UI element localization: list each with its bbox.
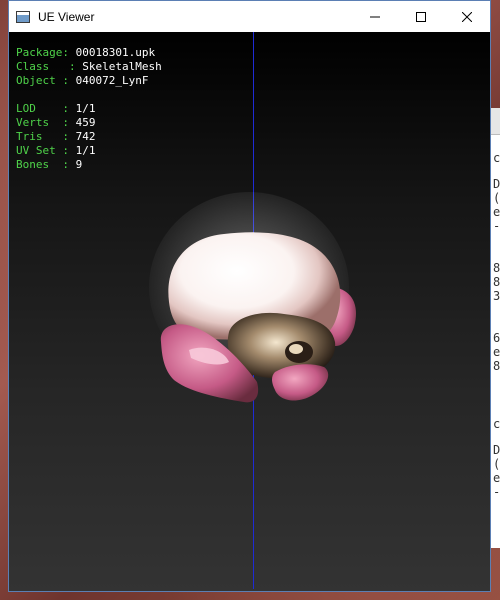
- info-value: 459: [75, 116, 96, 129]
- background-text: 3: [493, 289, 500, 303]
- background-window: c D ( e - 8 8 3 6 e 8 c D ( e -: [490, 108, 500, 548]
- info-lod: LOD : 1/1: [16, 102, 96, 115]
- info-label: Bones: [16, 158, 50, 171]
- info-label: Class: [16, 60, 50, 73]
- info-bones: Bones : 9: [16, 158, 83, 171]
- skeletal-mesh-render[interactable]: [149, 192, 359, 412]
- info-uvset: UV Set : 1/1: [16, 144, 96, 157]
- mesh-info-panel: Package: 00018301.upk Class : SkeletalMe…: [16, 46, 162, 172]
- window-title: UE Viewer: [38, 9, 95, 24]
- info-label: Object: [16, 74, 56, 87]
- info-tris: Tris : 742: [16, 130, 96, 143]
- minimize-button[interactable]: [352, 1, 398, 32]
- info-value: 040072_LynF: [75, 74, 149, 87]
- info-value: 00018301.upk: [75, 46, 156, 59]
- background-text: D: [493, 177, 500, 191]
- background-text: 8: [493, 359, 500, 373]
- background-text: c: [493, 151, 500, 165]
- title-bar[interactable]: UE Viewer: [9, 1, 490, 32]
- maximize-button[interactable]: [398, 1, 444, 32]
- window-controls: [352, 1, 490, 32]
- background-text: (: [493, 457, 500, 471]
- info-label: Verts: [16, 116, 50, 129]
- background-text: 8: [493, 275, 500, 289]
- info-value: 9: [75, 158, 83, 171]
- background-text: 8: [493, 261, 500, 275]
- background-window-header: [491, 108, 500, 135]
- close-icon: [462, 11, 472, 22]
- info-label: UV Set: [16, 144, 56, 157]
- background-text: e: [493, 345, 500, 359]
- ue-viewer-window: UE Viewer Package: 00018301.upk Class: …: [8, 0, 491, 592]
- info-value: 1/1: [75, 102, 96, 115]
- info-label: Package: [16, 46, 63, 59]
- background-text: -: [493, 219, 500, 233]
- background-text: e: [493, 205, 500, 219]
- background-text: c: [493, 417, 500, 431]
- info-value: 1/1: [75, 144, 96, 157]
- background-text: e: [493, 471, 500, 485]
- info-label: LOD: [16, 102, 36, 115]
- close-button[interactable]: [444, 1, 490, 32]
- info-value: 742: [75, 130, 96, 143]
- info-class: Class : SkeletalMesh: [16, 60, 162, 73]
- info-verts: Verts : 459: [16, 116, 96, 129]
- background-text: 6: [493, 331, 500, 345]
- background-text: -: [493, 485, 500, 499]
- info-object: Object : 040072_LynF: [16, 74, 149, 87]
- info-value: SkeletalMesh: [82, 60, 162, 73]
- minimize-icon: [370, 12, 380, 22]
- info-label: Tris: [16, 130, 43, 143]
- maximize-icon: [416, 11, 426, 22]
- info-package: Package: 00018301.upk: [16, 46, 156, 59]
- background-text: (: [493, 191, 500, 205]
- app-window-icon[interactable]: [16, 10, 30, 23]
- background-text: D: [493, 443, 500, 457]
- mesh-viewport[interactable]: Package: 00018301.upk Class : SkeletalMe…: [9, 32, 490, 591]
